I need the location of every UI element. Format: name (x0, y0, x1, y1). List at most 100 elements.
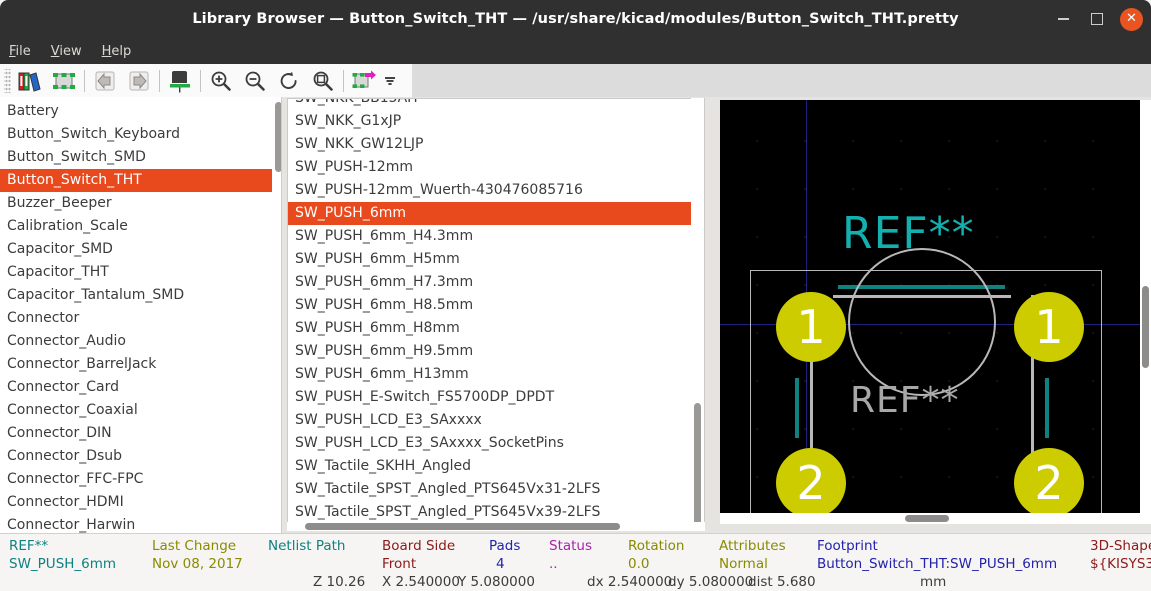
select-library-button[interactable] (13, 66, 47, 95)
window-title: Library Browser — Button_Switch_THT — /u… (192, 11, 959, 27)
library-item[interactable]: Connector (0, 307, 272, 330)
pad-1-top-right[interactable]: 1 (1014, 292, 1084, 362)
canvas-vscrollbar-thumb[interactable] (1142, 286, 1149, 368)
maximize-button[interactable] (1086, 8, 1108, 30)
footprint-item[interactable]: SW_PUSH_6mm_H7.3mm (288, 271, 704, 294)
previous-footprint-button[interactable] (88, 66, 122, 95)
footprint-item[interactable]: SW_PUSH-12mm (288, 156, 704, 179)
canvas-courtyard-lead-right (1045, 378, 1049, 438)
footprint-item[interactable]: SW_PUSH-12mm_Wuerth-430476085716 (288, 179, 704, 202)
toolbar (0, 64, 1151, 97)
pad-1-top-left[interactable]: 1 (776, 292, 846, 362)
zoom-in-button[interactable] (204, 66, 238, 95)
library-item[interactable]: Buzzer_Beeper (0, 192, 272, 215)
redraw-view-button[interactable] (272, 66, 306, 95)
status-value-3d-shape: ${KISYS3 (1090, 556, 1151, 572)
toolbar-separator-3 (200, 69, 201, 92)
library-item[interactable]: Connector_FFC-FPC (0, 468, 272, 491)
footprint-item[interactable]: SW_PUSH_LCD_E3_SAxxxx (288, 409, 704, 432)
library-item[interactable]: Capacitor_Tantalum_SMD (0, 284, 272, 307)
library-item[interactable]: Button_Switch_Keyboard (0, 123, 272, 146)
status-label-netlist-path: Netlist Path (268, 538, 346, 554)
canvas-silk-circle (848, 248, 996, 396)
footprint-list-hscrollbar[interactable] (287, 522, 705, 531)
footprint-item[interactable]: SW_PUSH_6mm_H13mm (288, 363, 704, 386)
library-item[interactable]: Calibration_Scale (0, 215, 272, 238)
select-footprint-button[interactable] (47, 66, 81, 95)
library-list-scrollbar[interactable] (272, 97, 281, 533)
pad-2-bottom-right[interactable]: 2 (1014, 448, 1084, 518)
footprint-item[interactable]: SW_Tactile_SKHH_Angled (288, 455, 704, 478)
zoom-in-icon (211, 71, 231, 91)
library-list-panel: Battery Button_Switch_Keyboard Button_Swit… (0, 97, 282, 533)
library-item[interactable]: Connector_Coaxial (0, 399, 272, 422)
minimize-button[interactable] (1052, 8, 1074, 30)
footprint-item[interactable]: SW_PUSH_LCD_E3_SAxxxx_SocketPins (288, 432, 704, 455)
next-footprint-button[interactable] (122, 66, 156, 95)
arrow-right-icon (129, 71, 149, 90)
footprint-item[interactable]: SW_PUSH_E-Switch_FS5700DP_DPDT (288, 386, 704, 409)
chevron-down-icon (385, 76, 395, 85)
show-3d-viewer-button[interactable] (163, 66, 197, 95)
pad-2-bottom-left[interactable]: 2 (776, 448, 846, 518)
pad-number: 2 (796, 456, 826, 510)
library-item[interactable]: Connector_Dsub (0, 445, 272, 468)
menu-file[interactable]: File (9, 44, 31, 59)
insert-footprint-icon (352, 70, 376, 88)
status-zoom: Z 10.26 (313, 574, 366, 590)
footprint-grid-icon (53, 72, 75, 89)
library-item[interactable]: Connector_Audio (0, 330, 272, 353)
menu-help[interactable]: Help (102, 44, 132, 59)
status-label-status: Status (549, 538, 593, 554)
footprint-item[interactable]: SW_PUSH_6mm_H4.3mm (288, 225, 704, 248)
status-value-ref: SW_PUSH_6mm (9, 556, 117, 572)
insert-footprint-button[interactable] (347, 66, 381, 95)
toolbar-separator-4 (343, 69, 344, 92)
footprint-item[interactable]: SW_PUSH_6mm_H8mm (288, 317, 704, 340)
status-label-rotation: Rotation (628, 538, 685, 554)
footprint-item[interactable]: SW_PUSH_6mm_H9.5mm (288, 340, 704, 363)
toolbar-grip[interactable] (4, 68, 11, 93)
library-item[interactable]: Connector_Harwin (0, 514, 272, 533)
footprint-item[interactable]: SW_PUSH_6mm_H8.5mm (288, 294, 704, 317)
zoom-out-button[interactable] (238, 66, 272, 95)
pad-number: 2 (1034, 456, 1064, 510)
status-label-last-change: Last Change (152, 538, 237, 554)
library-item[interactable]: Connector_BarrelJack (0, 353, 272, 376)
library-books-icon (18, 71, 41, 92)
library-item[interactable]: Button_Switch_SMD (0, 146, 272, 169)
component-3d-icon (170, 70, 190, 92)
footprint-list-scrollbar[interactable] (691, 98, 704, 526)
library-item[interactable]: Connector_HDMI (0, 491, 272, 514)
library-list[interactable]: Battery Button_Switch_Keyboard Button_Swit… (0, 100, 272, 533)
status-dist: dist 5.680 (748, 574, 816, 590)
footprint-item[interactable]: SW_NKK_BB15AH (288, 99, 704, 110)
footprint-list-hscrollbar-thumb[interactable] (305, 523, 620, 530)
footprint-list-scrollbar-thumb[interactable] (694, 403, 701, 525)
footprint-item[interactable]: SW_PUSH_6mm_H5mm (288, 248, 704, 271)
library-item[interactable]: Battery (0, 100, 272, 123)
footprint-list-viewport: SW_NKK_BB15AH SW_NKK_G1xJP SW_NKK_GW12LJP S… (287, 98, 705, 526)
canvas-vscrollbar[interactable] (1140, 100, 1151, 524)
close-button[interactable]: ✕ (1120, 7, 1143, 31)
toolbar-overflow-button[interactable] (381, 66, 399, 95)
menu-view[interactable]: View (51, 44, 82, 59)
footprint-item[interactable]: SW_NKK_GW12LJP (288, 133, 704, 156)
library-item[interactable]: Connector_DIN (0, 422, 272, 445)
library-item[interactable]: Connector_Card (0, 376, 272, 399)
footprint-canvas[interactable]: REF** REF** 1 1 2 2 (720, 100, 1140, 524)
footprint-item[interactable]: SW_NKK_G1xJP (288, 110, 704, 133)
library-item[interactable]: Capacitor_THT (0, 261, 272, 284)
canvas-hscrollbar[interactable] (720, 513, 1140, 524)
canvas-hscrollbar-thumb[interactable] (905, 515, 949, 522)
footprint-item[interactable]: SW_Tactile_SPST_Angled_PTS645Vx31-2LFS (288, 478, 704, 501)
footprint-list[interactable]: SW_NKK_BB15AH SW_NKK_G1xJP SW_NKK_GW12LJP S… (288, 99, 704, 524)
library-item-selected[interactable]: Button_Switch_THT (0, 169, 272, 192)
status-label-attributes: Attributes (719, 538, 786, 554)
zoom-fit-button[interactable] (306, 66, 340, 95)
footprint-item[interactable]: SW_Tactile_SPST_Angled_PTS645Vx39-2LFS (288, 501, 704, 524)
library-list-scrollbar-thumb[interactable] (275, 102, 281, 172)
footprint-item-selected[interactable]: SW_PUSH_6mm (288, 202, 704, 225)
status-dy: dy 5.080000 (668, 574, 754, 590)
library-item[interactable]: Capacitor_SMD (0, 238, 272, 261)
